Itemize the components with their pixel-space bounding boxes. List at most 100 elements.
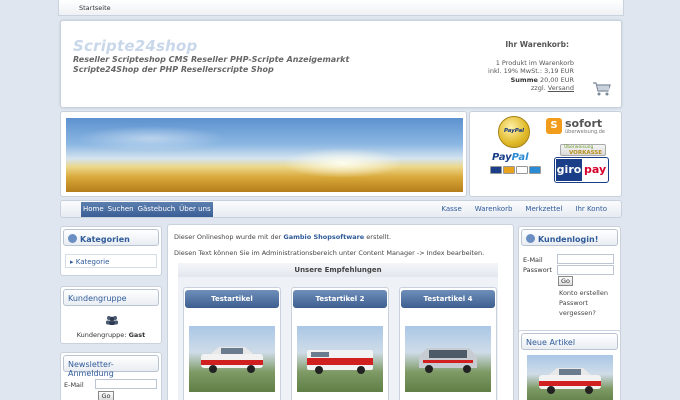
nav-wishlist[interactable]: Merkzettel xyxy=(525,205,562,213)
cart-sum-label: Summe xyxy=(510,75,538,84)
car-icon xyxy=(419,348,477,373)
vorkasse-main: VORKASSE xyxy=(569,150,603,156)
new-products-box: Neue Artikel xyxy=(518,330,621,400)
paypal-logo: PayPal xyxy=(492,152,529,163)
customer-group-box: Kundengruppe Kundengruppe: Gast xyxy=(60,286,162,344)
intro-text-1: Dieser Onlineshop wurde mit der Gambio S… xyxy=(174,233,391,241)
newsletter-header: Newsletter-Anmeldung xyxy=(63,355,159,378)
forgot-password-link[interactable]: Passwort vergessen? xyxy=(559,298,614,318)
home-link[interactable]: Startseite xyxy=(79,4,111,12)
new-products-header: Neue Artikel xyxy=(521,333,618,350)
customer-login-box: Kundenlogin! E-Mail Passwort Go Konto er… xyxy=(518,226,621,342)
paypal-seal-text: PayPal xyxy=(503,128,525,134)
cart-shipping: zzgl. Versand xyxy=(419,84,574,93)
intro-text-2: Diesen Text können Sie im Administration… xyxy=(174,249,485,257)
banner-frame xyxy=(60,111,467,197)
credit-card-icons xyxy=(490,166,544,176)
vorkasse-logo: Überweisung VORKASSE xyxy=(560,144,606,156)
main-content: Dieser Onlineshop wurde mit der Gambio S… xyxy=(167,224,514,400)
login-password-label: Passwort xyxy=(523,266,552,274)
categories-header: Kategorien xyxy=(63,229,159,246)
login-email-label: E-Mail xyxy=(523,256,543,264)
gambio-link[interactable]: Gambio Shopsoftware xyxy=(283,233,364,241)
categories-title: Kategorien xyxy=(80,235,130,244)
category-item-label: Kategorie xyxy=(75,258,110,266)
giropay-logo: giro pay xyxy=(554,157,609,183)
giropay-giro: giro xyxy=(556,159,582,181)
cart-sum: Summe 20,00 EUR xyxy=(419,76,574,85)
login-header: Kundenlogin! xyxy=(521,229,618,246)
newsletter-box: Newsletter-Anmeldung E-Mail Go xyxy=(60,352,162,400)
nav-about[interactable]: Über uns xyxy=(177,202,213,217)
users-icon xyxy=(106,316,118,325)
categories-icon xyxy=(68,234,77,243)
nav-right: Kasse Warenkorb Merkzettel Ihr Konto xyxy=(441,205,607,213)
new-product-image[interactable] xyxy=(527,355,613,400)
fire-car-icon xyxy=(307,350,373,374)
cart-tax: inkl. 19% MwSt.: 3,19 EUR xyxy=(488,67,574,75)
recommendations-area: Testartikel Testartikel 2 Testartikel 4 xyxy=(178,277,498,400)
nav-search[interactable]: Suchen xyxy=(106,202,136,217)
customer-group-header: Kundengruppe xyxy=(63,289,159,306)
cart-title: Ihr Warenkorb: xyxy=(505,40,569,49)
nav-checkout[interactable]: Kasse xyxy=(441,205,461,213)
product-image[interactable] xyxy=(405,326,491,392)
tagline-line-1: Reseller Scripteshop CMS Reseller PHP-Sc… xyxy=(73,55,350,64)
product-card[interactable]: Testartikel 4 xyxy=(399,287,497,400)
paypal-logo-b: Pal xyxy=(511,152,529,163)
cart-sum-value: 20,00 EUR xyxy=(537,75,574,84)
user-icon xyxy=(526,234,535,243)
product-card[interactable]: Testartikel xyxy=(183,287,281,400)
shop-logo[interactable]: Scripte24shop xyxy=(73,37,197,55)
visa-icon xyxy=(490,166,502,174)
fire-car-icon xyxy=(539,368,601,394)
product-image[interactable] xyxy=(297,326,383,392)
newsletter-go-button[interactable]: Go xyxy=(98,391,114,400)
paypal-verified-seal: PayPal xyxy=(498,116,530,148)
nav-home[interactable]: Home xyxy=(81,202,106,217)
fire-car-icon xyxy=(201,347,263,373)
customer-group-value: Gast xyxy=(128,331,146,339)
login-go-button[interactable]: Go xyxy=(558,276,573,286)
product-title[interactable]: Testartikel xyxy=(185,290,279,308)
intro-1a: Dieser Onlineshop wurde mit der xyxy=(174,233,284,241)
header: Scripte24shop Reseller Scripteshop CMS R… xyxy=(60,20,622,108)
main-navigation: Home Suchen Gästebuch Über uns Kasse War… xyxy=(60,200,622,218)
product-image[interactable] xyxy=(189,326,275,392)
recommendations-title: Unsere Empfehlungen xyxy=(178,263,498,277)
nav-guestbook[interactable]: Gästebuch xyxy=(136,202,178,217)
category-item[interactable]: ▸ Kategorie xyxy=(65,254,157,268)
banner-image xyxy=(66,118,463,192)
create-account-link[interactable]: Konto erstellen xyxy=(559,288,608,298)
giropay-pay: pay xyxy=(584,163,607,176)
login-email-input[interactable] xyxy=(557,254,614,264)
customer-group-label: Kundengruppe: xyxy=(76,331,129,339)
cart-product-count: 1 Produkt im Warenkorb xyxy=(495,58,574,67)
login-title: Kundenlogin! xyxy=(538,235,599,244)
nav-cart[interactable]: Warenkorb xyxy=(475,205,513,213)
newsletter-email-label: E-Mail xyxy=(64,381,84,389)
paypal-logo-a: Pay xyxy=(492,152,512,163)
nav-account[interactable]: Ihr Konto xyxy=(575,205,607,213)
newsletter-email-input[interactable] xyxy=(95,379,157,389)
product-title[interactable]: Testartikel 4 xyxy=(401,290,495,308)
intro-1c: erstellt. xyxy=(364,233,392,241)
tagline: Reseller Scripteshop CMS Reseller PHP-Sc… xyxy=(73,55,349,75)
top-bar: Startseite xyxy=(58,0,624,16)
payment-methods: PayPal PayPal S sofort überweisung.de Üb… xyxy=(469,111,622,197)
nav-left: Home Suchen Gästebuch Über uns xyxy=(81,202,213,217)
customer-group-text: Kundengruppe: Gast xyxy=(61,331,161,339)
categories-box: Kategorien ▸ Kategorie xyxy=(60,226,162,276)
sofort-sub: überweisung.de xyxy=(565,129,605,135)
product-card[interactable]: Testartikel 2 xyxy=(291,287,389,400)
card-icon xyxy=(516,166,528,174)
sofort-logo: S sofort überweisung.de xyxy=(546,117,610,139)
amex-icon xyxy=(529,166,541,174)
product-title[interactable]: Testartikel 2 xyxy=(293,290,387,308)
tagline-line-2: Scripte24Shop der PHP Resellerscripte Sh… xyxy=(73,65,274,74)
shopping-cart-icon[interactable] xyxy=(592,81,612,97)
login-password-input[interactable] xyxy=(557,265,614,275)
cart-summary: Ihr Warenkorb: 1 Produkt im Warenkorb in… xyxy=(419,40,609,93)
mastercard-icon xyxy=(503,166,515,174)
shipping-link[interactable]: Versand xyxy=(548,84,574,92)
